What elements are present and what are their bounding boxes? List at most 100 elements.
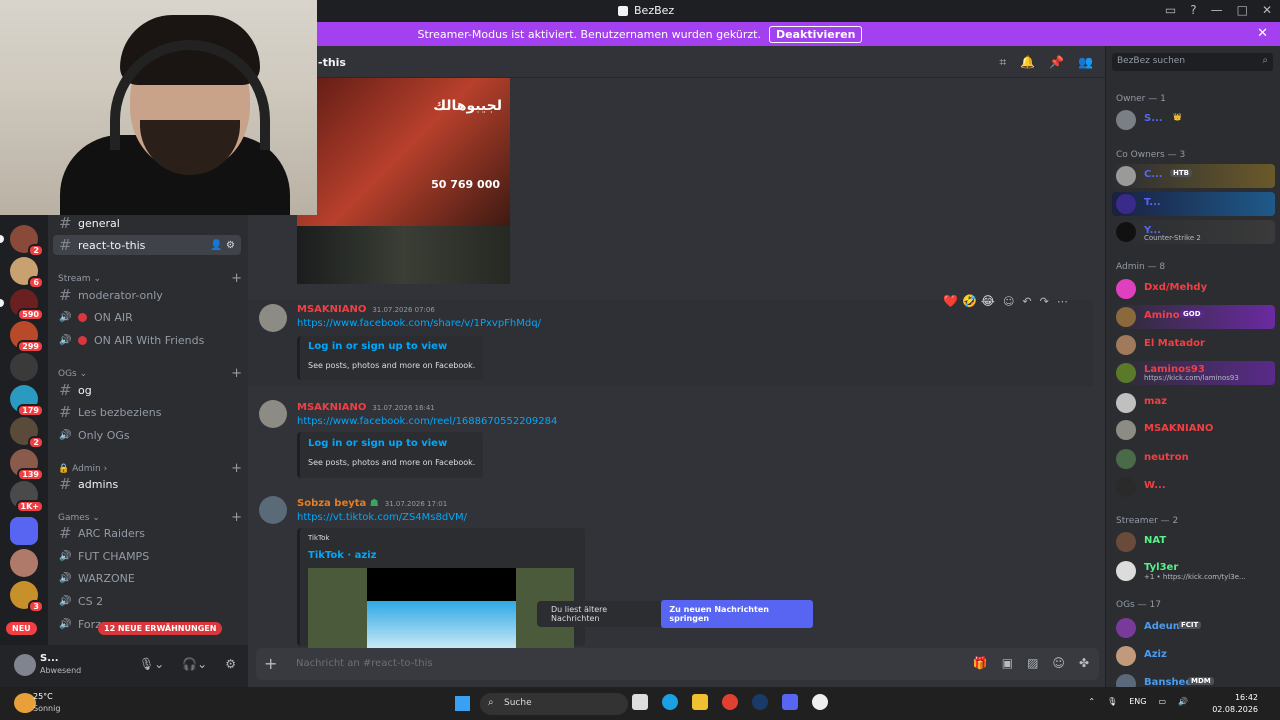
message[interactable]: MSAKNIANO 31.07.2026 07:06 https://www.fa… (248, 300, 1093, 386)
volume-icon[interactable]: 🔊 (1178, 697, 1188, 706)
server-icon[interactable]: 2 (10, 417, 44, 449)
server-icon[interactable]: 179 (10, 385, 44, 417)
category-ogs[interactable]: OGs ⌄ + (58, 366, 242, 381)
channel-react-to-this[interactable]: # react-to-this 👤 ⚙ (53, 235, 241, 255)
attached-image-street[interactable] (297, 226, 510, 284)
chrome-icon[interactable] (722, 694, 738, 710)
more-icon[interactable]: ⋯ (1057, 295, 1068, 308)
member-row[interactable]: S... 👑 (1112, 108, 1275, 132)
member-row[interactable]: C... HTB (1112, 164, 1275, 188)
channel-on-air-friends[interactable]: 🔊 ON AIR With Friends (53, 330, 241, 350)
network-icon[interactable]: ▭ (1158, 697, 1166, 706)
members-icon[interactable]: 👥 (1078, 55, 1093, 70)
channel-arc-raiders[interactable]: # ARC Raiders (53, 523, 241, 543)
channel-fut-champs[interactable]: 🔊 FUT CHAMPS (53, 546, 241, 566)
file-explorer-icon[interactable] (692, 694, 708, 710)
member-row[interactable]: Aziz (1112, 644, 1275, 668)
message-author[interactable]: MSAKNIANO 31.07.2026 07:06 (297, 304, 435, 315)
channel-moderator-only[interactable]: # moderator-only (53, 285, 241, 305)
channel-only-ogs[interactable]: 🔊 Only OGs (53, 425, 241, 445)
avatar[interactable] (259, 304, 287, 332)
avatar[interactable] (14, 654, 36, 676)
new-servers-pill[interactable]: NEU (6, 622, 37, 635)
member-row[interactable]: Amino GOD (1112, 305, 1275, 329)
avatar[interactable] (259, 400, 287, 428)
add-reaction-icon[interactable]: ☺ (1003, 295, 1014, 308)
category-stream[interactable]: Stream ⌄ + (58, 271, 242, 286)
member-row[interactable]: W... (1112, 475, 1275, 499)
server-icon[interactable]: 2 (10, 225, 44, 257)
help-icon[interactable]: ? (1190, 3, 1196, 17)
chevron-up-icon[interactable]: ⌃ (1088, 697, 1095, 706)
member-row[interactable]: Adeum FCIT (1112, 616, 1275, 640)
start-button[interactable] (455, 696, 470, 711)
server-icon[interactable]: 139 (10, 449, 44, 481)
channel-general[interactable]: # general (53, 215, 241, 233)
message-link[interactable]: https://www.facebook.com/share/v/1PxvpFh… (297, 318, 541, 329)
rofl-reaction-icon[interactable]: 🤣 (962, 294, 977, 308)
server-icon[interactable]: 3 (10, 581, 44, 613)
close-icon[interactable]: ✕ (1257, 26, 1268, 41)
message-link[interactable]: https://vt.tiktok.com/ZS4Ms8dVM/ (297, 512, 467, 523)
forward-icon[interactable]: ↷ (1040, 295, 1049, 308)
sticker-icon[interactable]: ▨ (1027, 656, 1038, 670)
add-channel-icon[interactable]: + (231, 271, 242, 286)
member-row[interactable]: maz (1112, 391, 1275, 415)
avatar[interactable] (259, 496, 287, 524)
member-row[interactable]: El Matador (1112, 333, 1275, 357)
embed-title[interactable]: Log in or sign up to view (308, 438, 447, 449)
gift-icon[interactable]: 🎁 (973, 656, 988, 670)
message-link[interactable]: https://www.facebook.com/reel/1688670552… (297, 416, 557, 427)
server-icon[interactable] (10, 353, 38, 381)
channel-on-air[interactable]: 🔊 ON AIR (53, 307, 241, 327)
close-window-button[interactable]: ✕ (1262, 3, 1272, 17)
search-input[interactable]: BezBez suchen ⌕ (1112, 53, 1273, 71)
steam-icon[interactable] (752, 694, 768, 710)
task-view-icon[interactable] (632, 694, 648, 710)
member-row[interactable]: Tyl3er +1 • https://kick.com/tyl3e... (1112, 559, 1275, 587)
server-icon[interactable]: 1K+ (10, 481, 44, 513)
channel-les-bezbeziens[interactable]: # Les bezbeziens (53, 402, 241, 422)
server-icon[interactable]: 6 (10, 257, 44, 289)
headphones-icon[interactable]: 🎧⌄ (182, 657, 207, 671)
discord-icon[interactable] (782, 694, 798, 710)
embed-title[interactable]: Log in or sign up to view (308, 341, 447, 352)
pin-icon[interactable]: 📌 (1049, 55, 1064, 70)
threads-icon[interactable]: ⌗ (999, 55, 1006, 70)
gif-icon[interactable]: ▣ (1002, 656, 1013, 670)
taskbar-clock[interactable]: 16:42 02.08.2026 (1212, 692, 1258, 716)
member-row[interactable]: MSAKNIANO (1112, 418, 1275, 442)
channel-cs2[interactable]: 🔊 CS 2 (53, 591, 241, 611)
new-mentions-pill[interactable]: 12 NEUE ERWÄHNUNGEN (98, 622, 223, 635)
apps-icon[interactable]: ✤ (1079, 656, 1089, 670)
message-author[interactable]: Sobza beyta ☗ 31.07.2026 17:01 (297, 498, 447, 509)
inbox-icon[interactable]: ▭ (1165, 3, 1176, 17)
member-row[interactable]: Y... Counter-Strike 2 (1112, 220, 1275, 244)
settings-gear-icon[interactable]: ⚙ (225, 657, 236, 671)
minimize-button[interactable]: — (1211, 3, 1223, 17)
heart-reaction-icon[interactable]: ❤️ (943, 294, 958, 308)
server-icon[interactable] (10, 549, 38, 577)
embed-title[interactable]: TikTok · aziz (308, 550, 377, 561)
channel-warzone[interactable]: 🔊 WARZONE (53, 568, 241, 588)
member-row[interactable]: NAT (1112, 530, 1275, 554)
attach-plus-icon[interactable]: + (264, 654, 277, 673)
jump-to-new-button[interactable]: Zu neuen Nachrichten springen (661, 600, 813, 628)
member-row[interactable]: Laminos93 https://kick.com/laminos93 (1112, 361, 1275, 385)
edge-icon[interactable] (662, 694, 678, 710)
microphone-icon[interactable]: 🎙 (1107, 697, 1117, 706)
server-icon[interactable]: 299 (10, 321, 44, 353)
language-indicator[interactable]: ENG (1129, 697, 1146, 706)
member-row[interactable]: neutron (1112, 447, 1275, 471)
app-icon[interactable] (812, 694, 828, 710)
deactivate-button[interactable]: Deaktivieren (769, 25, 863, 43)
server-icon[interactable]: 590 (10, 289, 44, 321)
member-row[interactable]: Dxd/Mehdy (1112, 277, 1275, 301)
member-row[interactable]: T... (1112, 192, 1275, 216)
channel-admins[interactable]: # admins (53, 474, 241, 494)
channel-settings-icon[interactable]: 👤 ⚙ (210, 240, 235, 251)
microphone-icon[interactable]: 🎙⌄ (139, 657, 164, 671)
add-channel-icon[interactable]: + (231, 366, 242, 381)
bell-icon[interactable]: 🔔 (1020, 55, 1035, 70)
emoji-icon[interactable]: ☺ (1052, 656, 1065, 670)
